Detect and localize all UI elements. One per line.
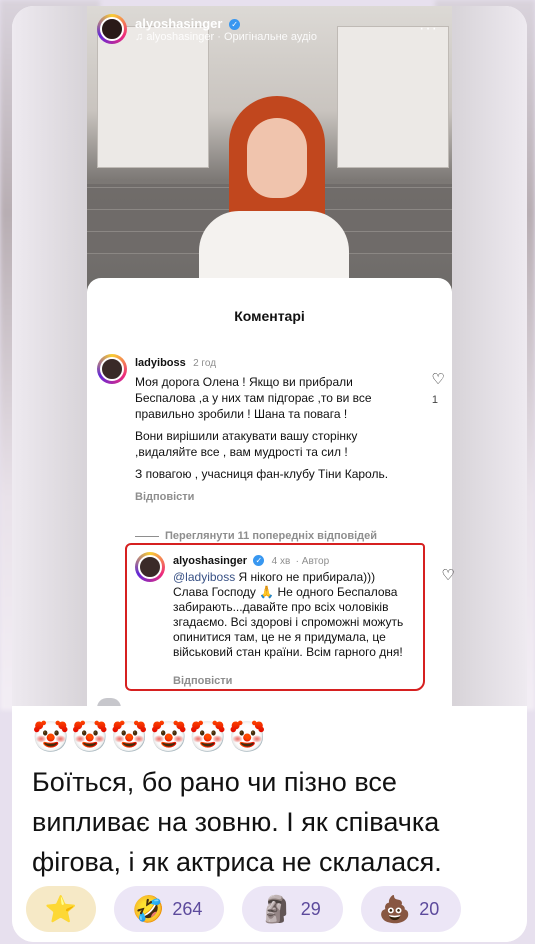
comments-title: Коментарі xyxy=(234,308,305,324)
comments-panel: Коментарі ladyiboss 2 год Моя дорога Оле… xyxy=(87,278,455,708)
red-highlight-annotation xyxy=(125,543,425,691)
verified-icon: ✓ xyxy=(229,18,241,30)
message-body: 🤡🤡🤡🤡🤡🤡 Боїться, бо рано чи пізно все вип… xyxy=(12,706,527,942)
person-face xyxy=(247,118,307,198)
reply-button[interactable]: Відповісти xyxy=(135,491,194,503)
comment-ladyiboss: ladyiboss 2 год Моя дорога Олена ! Якщо … xyxy=(97,354,445,524)
more-options-icon[interactable]: ··· xyxy=(419,20,438,38)
reaction-rofl[interactable]: 🤣 264 xyxy=(114,886,225,932)
comment-text: Моя дорога Олена ! Якщо ви прибрали Бесп… xyxy=(135,375,372,421)
message-text: Боїться, бо рано чи пізно все випливає н… xyxy=(32,767,442,877)
clown-emoji-row: 🤡🤡🤡🤡🤡🤡 xyxy=(32,721,269,754)
heart-icon[interactable]: ♡ xyxy=(430,370,446,388)
comment-username[interactable]: ladyiboss xyxy=(135,357,186,369)
reaction-star[interactable]: ⭐ xyxy=(26,886,96,932)
comment-text: Вони вирішили атакувати вашу сторінку ,в… xyxy=(135,429,358,459)
message-card: alyoshasinger ✓ ♫ alyoshasinger · Оригін… xyxy=(12,6,527,942)
reactions-bar: ⭐ 🤣 264 🗿 29 💩 20 xyxy=(26,886,462,932)
post-header: alyoshasinger ✓ ♫ alyoshasinger · Оригін… xyxy=(97,14,317,44)
heart-icon[interactable]: ♡ xyxy=(440,566,456,584)
reaction-poop[interactable]: 💩 20 xyxy=(360,886,462,932)
avatar[interactable] xyxy=(97,354,127,384)
music-note-icon: ♫ xyxy=(135,30,144,43)
moai-emoji-icon: 🗿 xyxy=(260,893,293,924)
poop-emoji-icon: 💩 xyxy=(378,893,412,924)
avatar[interactable] xyxy=(97,14,127,44)
rofl-emoji-icon: 🤣 xyxy=(132,893,165,924)
comment-text: З повагою , учасниця фан-клубу Тіни Каро… xyxy=(135,467,389,481)
audio-label[interactable]: alyoshasinger · Оригінальне аудіо xyxy=(146,31,317,43)
reaction-count: 29 xyxy=(300,898,321,919)
reaction-count: 20 xyxy=(419,898,440,919)
screenshot-image[interactable]: alyoshasinger ✓ ♫ alyoshasinger · Оригін… xyxy=(12,6,527,708)
kitchen-cabinet xyxy=(97,26,209,168)
reaction-moai[interactable]: 🗿 29 xyxy=(242,886,343,932)
like-count: 1 xyxy=(431,394,438,406)
reaction-count: 264 xyxy=(172,898,203,919)
view-previous-replies-button[interactable]: Переглянути 11 попередніх відповідей xyxy=(135,530,377,542)
kitchen-cabinet xyxy=(337,26,449,168)
video-frame: alyoshasinger ✓ ♫ alyoshasinger · Оригін… xyxy=(87,6,452,306)
post-username[interactable]: alyoshasinger xyxy=(135,16,222,31)
comment-time: 2 год xyxy=(193,358,217,369)
star-icon: ⭐ xyxy=(44,893,78,924)
